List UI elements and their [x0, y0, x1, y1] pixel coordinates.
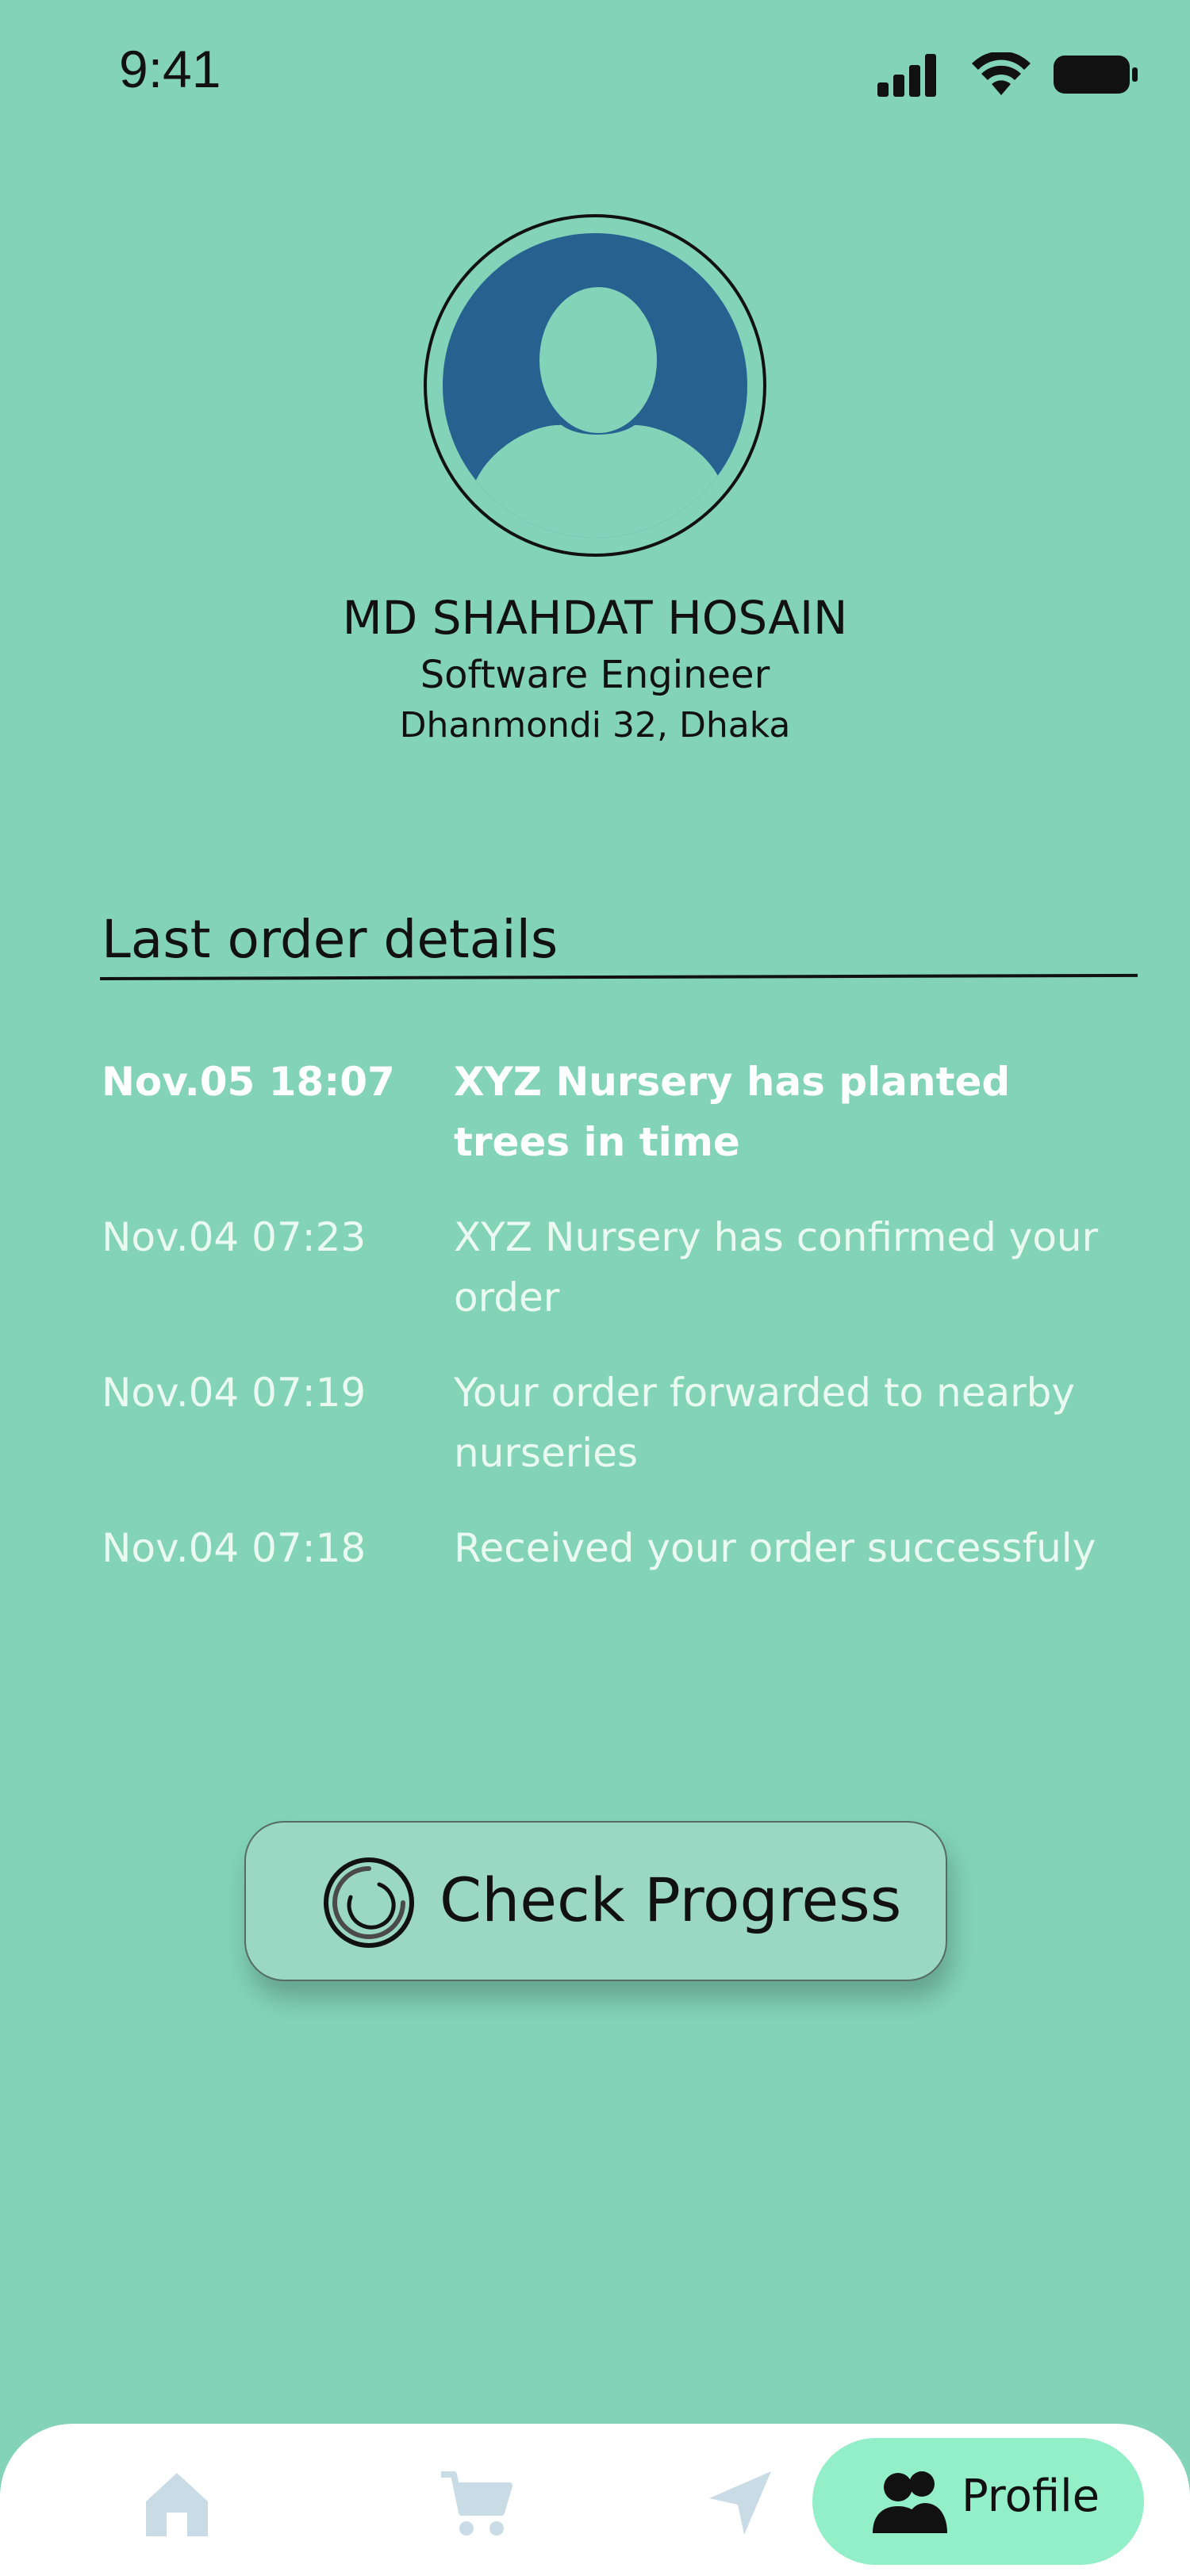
wifi-icon: [972, 52, 1031, 95]
users-icon: [873, 2471, 947, 2533]
check-progress-label: Check Progress: [440, 1865, 902, 1935]
order-description: Your order forwarded to nearby nurseries: [454, 1370, 1076, 1476]
user-avatar-icon: [443, 233, 747, 538]
order-time: Nov.04 07:23: [102, 1214, 367, 1260]
order-time: Nov.04 07:18: [102, 1525, 367, 1571]
order-description: Received your order successfuly: [454, 1525, 1096, 1571]
check-progress-button[interactable]: Check Progress: [244, 1821, 947, 1981]
status-time: 9:41: [119, 40, 221, 98]
order-time: Nov.04 07:19: [102, 1370, 367, 1416]
nav-profile-label: Profile: [962, 2471, 1100, 2522]
order-description: XYZ Nursery has planted trees in time: [454, 1059, 1011, 1165]
nav-home[interactable]: [119, 2424, 230, 2576]
user-role: Software Engineer: [420, 653, 770, 697]
send-icon: [709, 2471, 771, 2535]
section-title: Last order details: [102, 909, 559, 970]
nav-cart[interactable]: [420, 2424, 532, 2576]
nav-profile[interactable]: Profile: [812, 2438, 1144, 2565]
home-icon: [146, 2473, 208, 2536]
battery-icon: [1054, 56, 1138, 94]
order-time: Nov.05 18:07: [102, 1059, 395, 1105]
progress-ring-icon: [324, 1857, 414, 1948]
user-name: MD SHAHDAT HOSAIN: [342, 591, 848, 645]
avatar[interactable]: [424, 214, 766, 557]
status-icons: [877, 52, 1139, 100]
status-bar: 9:41: [0, 0, 1190, 143]
user-location: Dhanmondi 32, Dhaka: [399, 705, 791, 746]
nav-send[interactable]: [682, 2424, 793, 2576]
cart-icon: [441, 2471, 512, 2536]
cellular-signal-icon: [877, 54, 936, 97]
order-description: XYZ Nursery has confirmed your order: [454, 1214, 1099, 1321]
